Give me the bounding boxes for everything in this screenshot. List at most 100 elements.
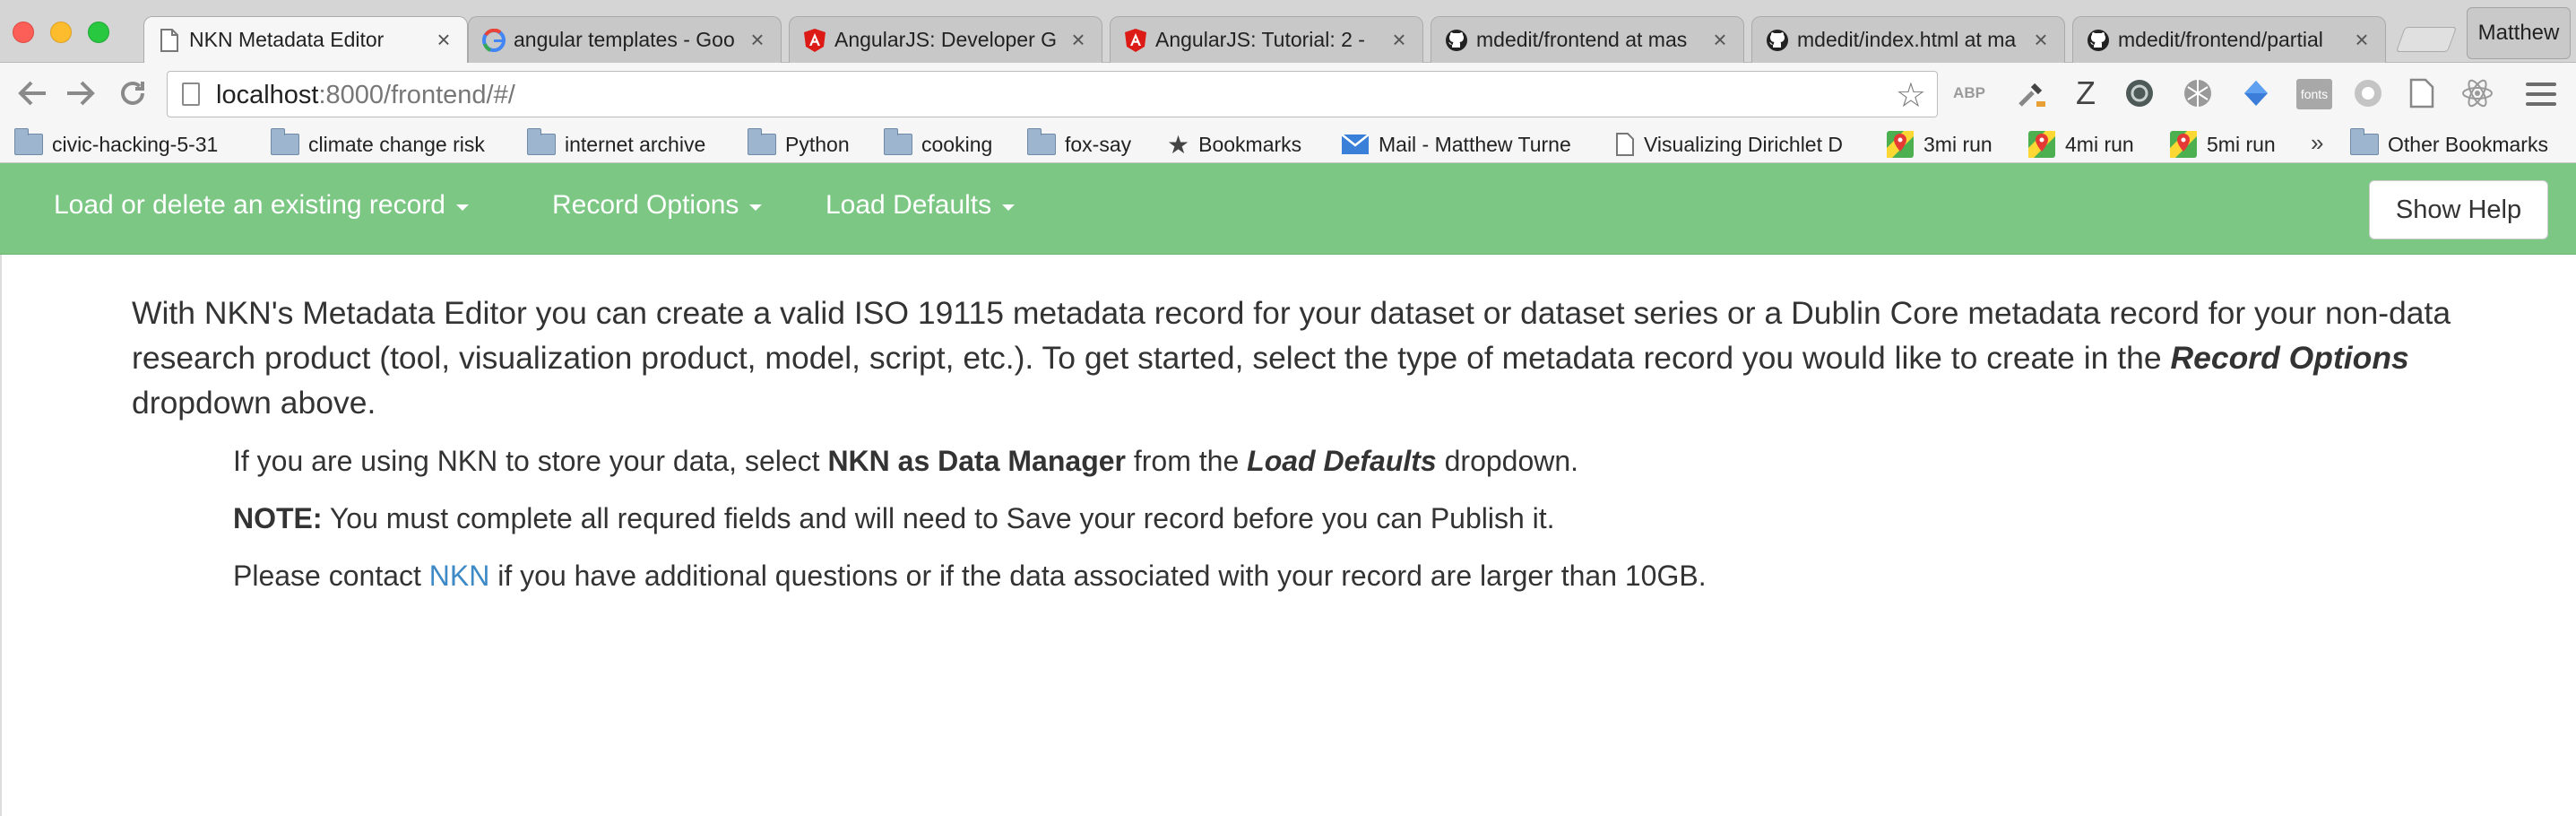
contact-note: Please contact NKN if you have additiona…	[233, 560, 1707, 593]
eyedropper-icon[interactable]	[2014, 75, 2050, 111]
bookmark-item[interactable]: climate change risk	[271, 126, 485, 163]
record-options-dropdown[interactable]: Record Options	[552, 190, 763, 221]
nkn-data-manager-emphasis: NKN as Data Manager	[827, 445, 1126, 477]
bookmark-label: fox-say	[1065, 132, 1132, 156]
bookmark-item[interactable]: internet archive	[527, 126, 705, 163]
reload-button[interactable]	[115, 75, 151, 111]
browser-tab[interactable]: angular templates - Goo ×	[468, 16, 782, 63]
bookmark-item[interactable]: Other Bookmarks	[2350, 126, 2548, 163]
close-icon[interactable]: ×	[1069, 26, 1087, 54]
bookmark-label: Mail - Matthew Turne	[1379, 132, 1571, 156]
bookmark-item[interactable]: ★ Bookmarks	[1167, 126, 1301, 163]
bookmark-item[interactable]: Visualizing Dirichlet D	[1615, 126, 1880, 163]
url-text: localhost:8000/frontend/#/	[216, 81, 515, 110]
nkn-contact-link[interactable]: NKN	[429, 560, 490, 592]
window-close-button[interactable]	[13, 22, 34, 43]
intro-text-end: dropdown above.	[132, 385, 376, 421]
note-text: dropdown.	[1436, 445, 1579, 477]
circle-icon[interactable]	[2350, 75, 2386, 111]
github-icon	[1765, 28, 1790, 53]
browser-tab[interactable]: AngularJS: Developer G ×	[789, 16, 1102, 63]
caret-down-icon	[455, 204, 469, 211]
profile-button[interactable]: Matthew	[2467, 7, 2571, 59]
browser-tab[interactable]: mdedit/index.html at ma ×	[1751, 16, 2065, 63]
load-defaults-label: Load Defaults	[826, 190, 992, 220]
intro-paragraph: With NKN's Metadata Editor you can creat…	[132, 291, 2462, 425]
window-zoom-button[interactable]	[88, 22, 109, 43]
note-text: If you are using NKN to store your data,…	[233, 445, 828, 477]
bookmark-star-icon[interactable]: ☆	[1896, 75, 1926, 116]
browser-tab[interactable]: mdedit/frontend/partial ×	[2072, 16, 2386, 63]
back-arrow-icon	[18, 81, 46, 106]
bookmark-label: cooking	[921, 132, 993, 156]
load-record-label: Load or delete an existing record	[54, 190, 445, 220]
mail-icon	[1341, 134, 1370, 155]
forward-button[interactable]	[63, 75, 99, 111]
load-defaults-dropdown[interactable]: Load Defaults	[826, 190, 1016, 221]
globe-icon[interactable]	[2180, 75, 2216, 111]
bookmark-item[interactable]: Mail - Matthew Turne	[1341, 126, 1586, 163]
close-icon[interactable]: ×	[2353, 26, 2371, 54]
adblock-plus-icon[interactable]: ABP	[1951, 75, 1987, 111]
folder-icon	[884, 128, 912, 155]
bookmark-label: internet archive	[565, 132, 706, 156]
window-minimize-button[interactable]	[50, 22, 72, 43]
tab-title: mdedit/frontend at mas	[1476, 28, 1688, 51]
page-icon	[1615, 132, 1635, 157]
browser-menu-icon[interactable]	[2526, 82, 2556, 106]
main-content: With NKN's Metadata Editor you can creat…	[0, 255, 2576, 816]
fonts-icon[interactable]: fonts	[2296, 79, 2332, 109]
app-navbar: Load or delete an existing record Record…	[0, 163, 2576, 255]
browser-tab[interactable]: mdedit/frontend at mas ×	[1431, 16, 1744, 63]
folder-icon	[2350, 128, 2379, 155]
forward-arrow-icon	[67, 81, 95, 106]
url-path: :8000/frontend/#/	[318, 81, 515, 109]
tab-title: mdedit/frontend/partial	[2118, 28, 2323, 51]
bookmark-item[interactable]: fox-say	[1027, 126, 1131, 163]
new-tab-button[interactable]	[2395, 27, 2458, 52]
tab-title: mdedit/index.html at ma	[1797, 28, 2017, 51]
shield-icon[interactable]	[2122, 75, 2157, 111]
page-icon	[157, 28, 182, 53]
angular-icon	[1123, 28, 1148, 53]
bookmark-label: Bookmarks	[1198, 132, 1302, 156]
close-icon[interactable]: ×	[2032, 26, 2050, 54]
close-icon[interactable]: ×	[748, 26, 766, 54]
bookmark-item[interactable]: 5mi run	[2169, 126, 2276, 163]
required-fields-note: NOTE: You must complete all requred fiel…	[233, 502, 1555, 535]
note-label: NOTE:	[233, 502, 323, 534]
close-icon[interactable]: ×	[1390, 26, 1408, 54]
zotero-icon[interactable]: Z	[2068, 74, 2104, 111]
bookmark-item[interactable]: cooking	[884, 126, 992, 163]
folder-icon	[748, 128, 776, 155]
address-bar[interactable]: localhost:8000/frontend/#/ ☆	[167, 71, 1938, 117]
browser-tab[interactable]: NKN Metadata Editor ×	[143, 16, 468, 63]
bookmarks-overflow-chevron[interactable]: »	[2311, 129, 2323, 157]
close-icon[interactable]: ×	[435, 26, 453, 54]
maps-icon	[2027, 130, 2056, 159]
back-button[interactable]	[14, 75, 50, 111]
react-icon[interactable]	[2459, 75, 2495, 111]
tab-title: NKN Metadata Editor	[189, 28, 385, 51]
browser-tab[interactable]: AngularJS: Tutorial: 2 - ×	[1110, 16, 1423, 63]
note-text: if you have additional questions or if t…	[489, 560, 1707, 592]
folder-icon	[14, 128, 43, 155]
angular-icon	[802, 28, 827, 53]
intro-text: With NKN's Metadata Editor you can creat…	[132, 295, 2451, 376]
bookmark-label: Visualizing Dirichlet D	[1644, 132, 1843, 156]
bookmark-item[interactable]: 4mi run	[2027, 126, 2134, 163]
github-icon	[1444, 28, 1469, 53]
show-help-button[interactable]: Show Help	[2369, 180, 2548, 239]
github-icon	[2086, 28, 2111, 53]
caret-down-icon	[1002, 204, 1016, 211]
bookmark-item[interactable]: 3mi run	[1886, 126, 1993, 163]
bookmark-item[interactable]: Python	[748, 126, 850, 163]
diamond-icon[interactable]	[2238, 75, 2274, 111]
bookmark-label: civic-hacking-5-31	[52, 132, 219, 156]
star-icon: ★	[1167, 130, 1190, 159]
page-icon[interactable]	[2404, 75, 2440, 111]
bookmark-item[interactable]: civic-hacking-5-31	[14, 126, 218, 163]
load-record-dropdown[interactable]: Load or delete an existing record	[54, 190, 469, 221]
record-options-label: Record Options	[552, 190, 739, 220]
close-icon[interactable]: ×	[1711, 26, 1729, 54]
